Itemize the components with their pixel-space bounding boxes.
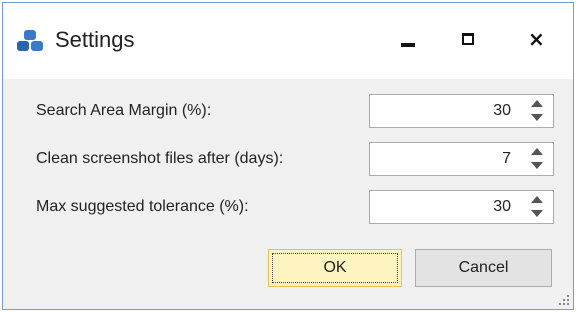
resize-grip[interactable] [559, 295, 569, 305]
spinner-arrows[interactable] [529, 98, 545, 124]
spinner-arrows[interactable] [529, 194, 545, 220]
search-area-margin-spinner[interactable]: 30 [369, 94, 554, 128]
max-tolerance-label: Max suggested tolerance (%): [36, 198, 249, 215]
increment-icon[interactable] [531, 100, 543, 107]
search-area-margin-value[interactable]: 30 [493, 102, 511, 120]
search-area-margin-label: Search Area Margin (%): [36, 102, 212, 119]
settings-dialog: Settings × Search Area Margin (%): 30 Cl… [2, 2, 574, 310]
clean-screenshots-spinner[interactable]: 7 [369, 142, 554, 176]
max-tolerance-value[interactable]: 30 [493, 198, 511, 216]
app-icon [17, 30, 43, 51]
decrement-icon[interactable] [531, 162, 543, 169]
increment-icon[interactable] [531, 196, 543, 203]
decrement-icon[interactable] [531, 114, 543, 121]
clean-screenshots-value[interactable]: 7 [502, 150, 511, 168]
maximize-button[interactable] [452, 25, 486, 57]
settings-panel: Search Area Margin (%): 30 Clean screens… [14, 80, 562, 302]
spinner-arrows[interactable] [529, 146, 545, 172]
maximize-icon [462, 33, 474, 45]
close-button[interactable]: × [522, 25, 556, 57]
minimize-button[interactable] [391, 25, 425, 57]
increment-icon[interactable] [531, 148, 543, 155]
window-title: Settings [55, 27, 135, 52]
title-bar[interactable]: Settings × [3, 3, 573, 79]
decrement-icon[interactable] [531, 210, 543, 217]
clean-screenshots-label: Clean screenshot files after (days): [36, 150, 284, 167]
minimize-icon [401, 43, 415, 47]
cancel-button[interactable]: Cancel [415, 249, 552, 287]
close-icon: × [528, 27, 545, 51]
max-tolerance-spinner[interactable]: 30 [369, 190, 554, 224]
ok-button[interactable]: OK [268, 249, 402, 287]
